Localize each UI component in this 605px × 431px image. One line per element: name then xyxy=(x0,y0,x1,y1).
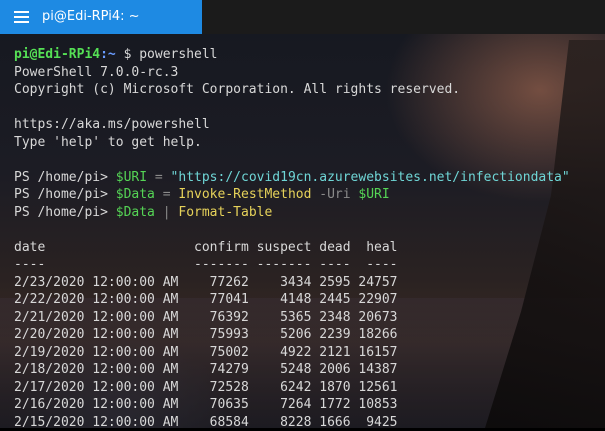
tab-bar: pi@Edi-RPi4: ~ xyxy=(0,0,605,34)
table-header: date confirm suspect dead heal xyxy=(14,239,570,257)
table-row: 2/17/2020 12:00:00 AM 72528 6242 1870 12… xyxy=(14,379,570,397)
ps-command-line: PS /home/pi> $Data | Format-Table xyxy=(14,204,570,222)
table-row: 2/21/2020 12:00:00 AM 76392 5365 2348 20… xyxy=(14,309,570,327)
table-row: 2/20/2020 12:00:00 AM 75993 5206 2239 18… xyxy=(14,326,570,344)
blank-line xyxy=(14,221,570,239)
parameter: -Uri xyxy=(311,187,358,202)
ps-command-line: PS /home/pi> $URI = "https://covid19cn.a… xyxy=(14,169,570,187)
banner-line xyxy=(14,151,570,169)
operator: | xyxy=(155,205,178,220)
banner-line: https://aka.ms/powershell xyxy=(14,116,570,134)
command-text: powershell xyxy=(139,47,217,62)
banner-line: Type 'help' to get help. xyxy=(14,134,570,152)
table-row: 2/23/2020 12:00:00 AM 77262 3434 2595 24… xyxy=(14,274,570,292)
prompt-user: pi@Edi-RPi4 xyxy=(14,47,100,62)
table-row: 2/16/2020 12:00:00 AM 70635 7264 1772 10… xyxy=(14,396,570,414)
table-rule: ---- ------- ------- ---- ---- xyxy=(14,256,570,274)
variable: $Data xyxy=(116,187,155,202)
ps-prompt: PS /home/pi> xyxy=(14,205,116,220)
string-literal: "https://covid19cn.azurewebsites.net/inf… xyxy=(171,170,570,185)
ps-prompt: PS /home/pi> xyxy=(14,187,116,202)
table-row: 2/19/2020 12:00:00 AM 75002 4922 2121 16… xyxy=(14,344,570,362)
prompt-path: :~ xyxy=(100,47,116,62)
banner-line xyxy=(14,99,570,117)
table-row: 2/15/2020 12:00:00 AM 68584 8228 1666 94… xyxy=(14,414,570,431)
table-body: 2/23/2020 12:00:00 AM 77262 3434 2595 24… xyxy=(14,274,570,431)
hamburger-menu-icon[interactable] xyxy=(14,11,29,23)
ps-command-line: PS /home/pi> $Data = Invoke-RestMethod -… xyxy=(14,186,570,204)
banner-line: Copyright (c) Microsoft Corporation. All… xyxy=(14,81,570,99)
operator: = xyxy=(155,187,178,202)
table-row: 2/22/2020 12:00:00 AM 77041 4148 2445 22… xyxy=(14,291,570,309)
table-row: 2/18/2020 12:00:00 AM 74279 5248 2006 14… xyxy=(14,361,570,379)
variable: $URI xyxy=(116,170,147,185)
terminal-tab[interactable]: pi@Edi-RPi4: ~ xyxy=(0,0,202,34)
terminal-output[interactable]: pi@Edi-RPi4:~ $ powershell PowerShell 7.… xyxy=(14,46,570,431)
variable: $Data xyxy=(116,205,155,220)
cmdlet: Format-Table xyxy=(178,205,272,220)
prompt-symbol: $ xyxy=(116,47,139,62)
tab-title: pi@Edi-RPi4: ~ xyxy=(42,9,140,24)
cmdlet: Invoke-RestMethod xyxy=(178,187,311,202)
bash-prompt-line: pi@Edi-RPi4:~ $ powershell xyxy=(14,46,570,64)
ps-prompt: PS /home/pi> xyxy=(14,170,116,185)
operator: = xyxy=(147,170,170,185)
variable: $URI xyxy=(358,187,389,202)
banner-line: PowerShell 7.0.0-rc.3 xyxy=(14,64,570,82)
